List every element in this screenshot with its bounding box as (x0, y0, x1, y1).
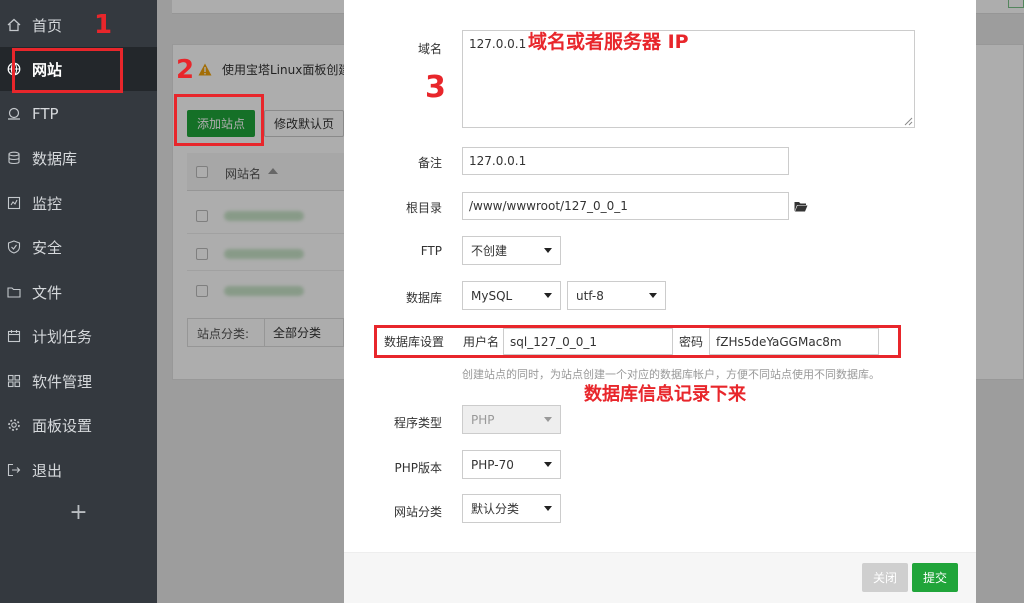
grid-icon (7, 374, 21, 388)
ftp-select[interactable]: 不创建 (462, 236, 561, 265)
chevron-down-icon (649, 293, 657, 298)
database-type-value: MySQL (471, 288, 513, 303)
annotation-step-3: 3 (425, 70, 446, 105)
gear-icon (7, 418, 21, 432)
sidebar-item-label: 计划任务 (32, 327, 93, 346)
root-dir-label: 根目录 (405, 201, 442, 215)
annotation-box-add-site (174, 94, 264, 146)
sidebar-item-monitor[interactable]: 监控 (0, 181, 157, 225)
chevron-down-icon (544, 248, 552, 253)
sidebar-item-label: 数据库 (32, 149, 78, 168)
sidebar-item-label: 监控 (32, 194, 63, 213)
sidebar-item-database[interactable]: 数据库 (0, 136, 157, 180)
submit-button[interactable]: 提交 (912, 563, 958, 592)
sidebar-item-logout[interactable]: 退出 (0, 448, 157, 492)
domain-label: 域名 (417, 42, 442, 56)
chevron-down-icon (544, 293, 552, 298)
sidebar-item-label: FTP (32, 105, 59, 123)
resize-handle-icon[interactable] (904, 117, 913, 126)
sidebar-item-label: 退出 (32, 461, 63, 480)
sidebar-item-label: 首页 (32, 16, 63, 35)
ftp-icon (7, 107, 21, 121)
php-version-select[interactable]: PHP-70 (462, 450, 561, 479)
close-button[interactable]: 关闭 (862, 563, 908, 592)
annotation-box-website (12, 48, 123, 93)
logout-icon (7, 463, 21, 477)
monitor-icon (7, 196, 21, 210)
chevron-down-icon (544, 417, 552, 422)
folder-open-icon[interactable] (794, 201, 808, 212)
ftp-select-value: 不创建 (471, 244, 508, 258)
chevron-down-icon (544, 506, 552, 511)
php-version-label: PHP版本 (394, 461, 443, 475)
sidebar-item-home[interactable]: 首页 (0, 3, 157, 47)
sidebar-item-files[interactable]: 文件 (0, 270, 157, 314)
folder-icon (7, 285, 21, 299)
database-icon (7, 151, 21, 165)
sidebar-item-security[interactable]: 安全 (0, 225, 157, 269)
database-label: 数据库 (405, 291, 442, 305)
calendar-icon (7, 329, 21, 343)
annotation-domain-note: 域名或者服务器 IP (528, 31, 689, 53)
program-type-value: PHP (471, 412, 495, 427)
add-menu-button[interactable]: + (0, 496, 157, 528)
sidebar-item-ftp[interactable]: FTP (0, 92, 157, 136)
sidebar-item-label: 安全 (32, 238, 63, 257)
site-category-label: 网站分类 (393, 505, 442, 519)
php-version-value: PHP-70 (471, 457, 514, 472)
root-dir-input[interactable]: /www/wwwroot/127_0_0_1 (462, 192, 789, 220)
annotation-box-db-settings (374, 325, 901, 358)
annotation-db-note: 数据库信息记录下来 (584, 384, 746, 405)
remark-label: 备注 (417, 156, 442, 170)
home-icon (7, 18, 21, 32)
program-type-label: 程序类型 (393, 416, 442, 430)
sidebar-item-settings[interactable]: 面板设置 (0, 403, 157, 447)
ftp-label: FTP (420, 244, 442, 258)
program-type-select: PHP (462, 405, 561, 434)
annotation-step-2: 2 (176, 55, 195, 85)
database-type-select[interactable]: MySQL (462, 281, 561, 310)
chevron-down-icon (544, 462, 552, 467)
shield-icon (7, 240, 21, 254)
site-category-select[interactable]: 默认分类 (462, 494, 561, 523)
sidebar-item-software[interactable]: 软件管理 (0, 359, 157, 403)
remark-input[interactable]: 127.0.0.1 (462, 147, 789, 175)
sidebar-item-cron[interactable]: 计划任务 (0, 314, 157, 358)
sidebar-item-label: 面板设置 (32, 416, 93, 435)
sidebar-item-label: 文件 (32, 283, 63, 302)
database-charset-value: utf-8 (576, 288, 604, 303)
site-category-value: 默认分类 (471, 502, 520, 516)
database-charset-select[interactable]: utf-8 (567, 281, 666, 310)
annotation-step-1: 1 (94, 10, 113, 40)
sidebar-item-label: 软件管理 (32, 372, 93, 391)
